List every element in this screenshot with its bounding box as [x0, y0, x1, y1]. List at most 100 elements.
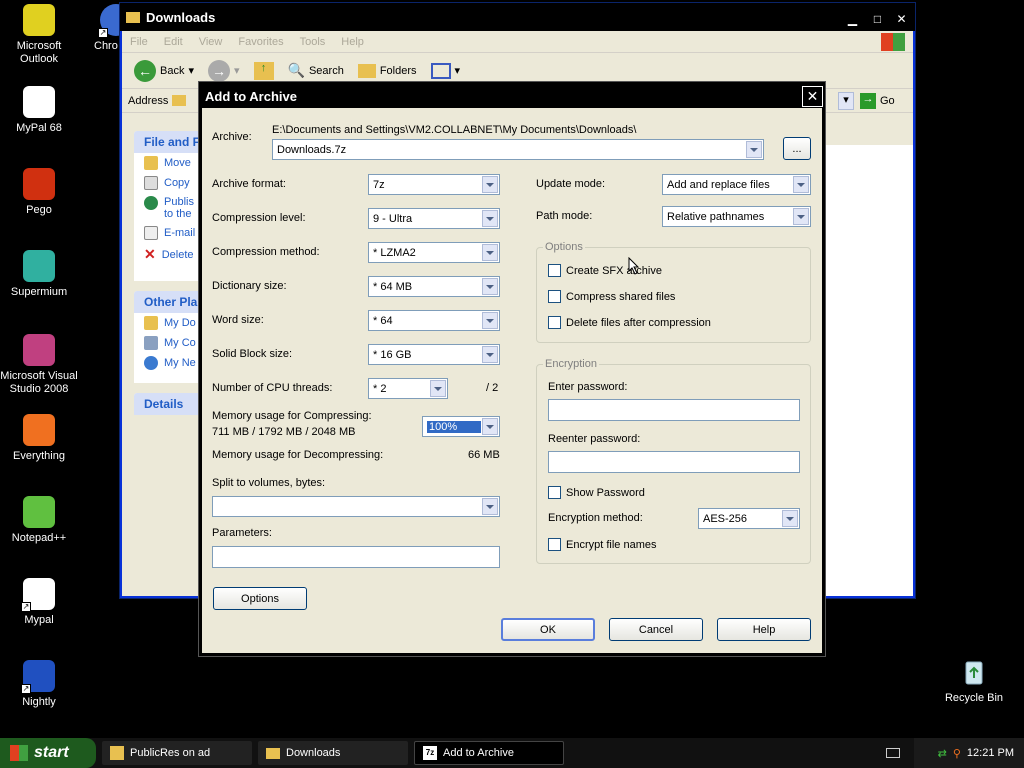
solid-block-size-label: Solid Block size:	[212, 348, 293, 360]
memory-percent-value: 100%	[427, 420, 481, 433]
close-button[interactable]: ✕	[891, 8, 912, 29]
desktop-icon-everything[interactable]: Everything	[0, 414, 78, 463]
taskbar-item-downloads[interactable]: Downloads	[258, 741, 408, 765]
compression-method-label: Compression method:	[212, 246, 320, 258]
encryption-method-combo[interactable]: AES-256	[698, 508, 800, 529]
desktop-icon-nightly[interactable]: ↗ Nightly	[0, 660, 78, 709]
menu-help[interactable]: Help	[341, 36, 364, 48]
back-button[interactable]: ← Back ▾	[130, 58, 198, 84]
chevron-down-icon[interactable]	[746, 141, 762, 158]
desktop-icon-supermium[interactable]: Supermium	[0, 250, 78, 299]
visual-studio-icon	[23, 334, 55, 366]
parameters-input[interactable]	[212, 546, 500, 568]
checkbox-box	[548, 264, 561, 277]
solid-block-size-combo[interactable]: * 16 GB	[368, 344, 500, 365]
path-mode-combo[interactable]: Relative pathnames	[662, 206, 811, 227]
desktop-icon-pego[interactable]: Pego	[0, 168, 78, 217]
desktop-icon-notepadpp[interactable]: Notepad++	[0, 496, 78, 545]
solid-block-size-value: * 16 GB	[373, 348, 412, 361]
menu-file[interactable]: File	[130, 36, 148, 48]
menu-favorites[interactable]: Favorites	[238, 36, 283, 48]
search-tray-icon[interactable]: ⚲	[953, 747, 961, 760]
update-mode-combo[interactable]: Add and replace files	[662, 174, 811, 195]
taskbar: start PublicRes on ad Downloads 7z Add t…	[0, 738, 1024, 768]
explorer-titlebar[interactable]: Downloads	[120, 3, 915, 31]
help-button[interactable]: Help	[717, 618, 811, 641]
folders-button[interactable]: Folders	[354, 62, 421, 80]
taskbar-item-add-to-archive[interactable]: 7z Add to Archive	[414, 741, 564, 765]
chevron-down-icon[interactable]	[793, 208, 809, 225]
word-size-combo[interactable]: * 64	[368, 310, 500, 331]
outlook-icon	[23, 4, 55, 36]
desktop-icon-recycle-bin[interactable]: Recycle Bin	[935, 656, 1013, 705]
delete-after-checkbox[interactable]: Delete files after compression	[548, 316, 711, 329]
app-icon	[110, 746, 124, 760]
menu-tools[interactable]: Tools	[300, 36, 326, 48]
archive-name-combo[interactable]: Downloads.7z	[272, 139, 764, 160]
memory-percent-combo[interactable]: 100%	[422, 416, 500, 437]
clock[interactable]: 12:21 PM	[967, 747, 1014, 759]
archive-name-value: Downloads.7z	[277, 143, 347, 156]
split-volumes-combo[interactable]	[212, 496, 500, 517]
views-button[interactable]: ▾	[427, 61, 465, 81]
taskbar-item-label: Add to Archive	[443, 747, 514, 759]
compress-shared-checkbox[interactable]: Compress shared files	[548, 290, 675, 303]
file-list-area[interactable]	[824, 145, 913, 596]
go-button[interactable]: → Go	[860, 92, 895, 109]
chevron-down-icon: ▾	[454, 65, 461, 77]
chevron-down-icon[interactable]	[482, 312, 498, 329]
desktop-icon-mypal2[interactable]: ↗ Mypal	[0, 578, 78, 627]
forward-button[interactable]: → ▾	[204, 58, 244, 84]
maximize-button[interactable]: □	[867, 8, 888, 29]
taskbar-item-publicres[interactable]: PublicRes on ad	[102, 741, 252, 765]
encryption-group-title: Encryption	[543, 358, 599, 370]
chevron-down-icon[interactable]	[482, 278, 498, 295]
menu-edit[interactable]: Edit	[164, 36, 183, 48]
menu-view[interactable]: View	[199, 36, 223, 48]
chevron-down-icon[interactable]	[482, 346, 498, 363]
reenter-password-input[interactable]	[548, 451, 800, 473]
options-button[interactable]: Options	[213, 587, 307, 610]
chevron-down-icon[interactable]	[482, 498, 498, 515]
chevron-down-icon[interactable]	[782, 510, 798, 527]
chevron-down-icon[interactable]	[482, 244, 498, 261]
memory-compress-value: 711 MB / 1792 MB / 2048 MB	[212, 426, 356, 438]
windows-flag-icon	[10, 745, 28, 761]
network-tray-icon[interactable]: ⇄	[938, 747, 947, 760]
encrypt-names-checkbox[interactable]: Encrypt file names	[548, 538, 656, 551]
compression-method-combo[interactable]: * LZMA2	[368, 242, 500, 263]
chevron-down-icon[interactable]	[482, 176, 498, 193]
chevron-down-icon[interactable]	[482, 210, 498, 227]
cancel-button[interactable]: Cancel	[609, 618, 703, 641]
start-button[interactable]: start	[0, 738, 96, 768]
search-button[interactable]: 🔍 Search	[284, 60, 348, 81]
chevron-down-icon[interactable]	[430, 380, 446, 397]
desktop-icon-mypal[interactable]: MyPal 68	[0, 86, 78, 135]
create-sfx-checkbox[interactable]: Create SFX archive	[548, 264, 662, 277]
search-label: Search	[308, 64, 344, 77]
up-folder-button[interactable]: ↑	[250, 60, 278, 82]
dictionary-size-combo[interactable]: * 64 MB	[368, 276, 500, 297]
compression-level-combo[interactable]: 9 - Ultra	[368, 208, 500, 229]
memory-compress-label: Memory usage for Compressing:	[212, 410, 372, 422]
cpu-threads-value: * 2	[373, 382, 387, 395]
search-icon: 🔍	[287, 62, 305, 78]
dialog-close-button[interactable]: ✕	[802, 86, 823, 107]
ok-button[interactable]: OK	[501, 618, 595, 641]
archive-format-combo[interactable]: 7z	[368, 174, 500, 195]
cpu-threads-combo[interactable]: * 2	[368, 378, 448, 399]
browse-button[interactable]: ...	[783, 137, 811, 160]
desktop-icon-outlook[interactable]: Microsoft Outlook	[0, 4, 78, 66]
desktop-icon-visual-studio[interactable]: Microsoft Visual Studio 2008	[0, 334, 78, 396]
chevron-down-icon[interactable]	[793, 176, 809, 193]
dialog-titlebar[interactable]: Add to Archive	[199, 82, 825, 110]
enter-password-input[interactable]	[548, 399, 800, 421]
minimize-button[interactable]: ▁	[842, 8, 863, 29]
copy-icon	[144, 176, 158, 190]
keyboard-icon[interactable]	[886, 748, 900, 758]
documents-icon	[144, 316, 158, 330]
dialog-title: Add to Archive	[205, 88, 297, 104]
address-dropdown-button[interactable]: ▾	[838, 91, 854, 110]
show-password-checkbox[interactable]: Show Password	[548, 486, 645, 499]
chevron-down-icon[interactable]	[482, 418, 498, 435]
